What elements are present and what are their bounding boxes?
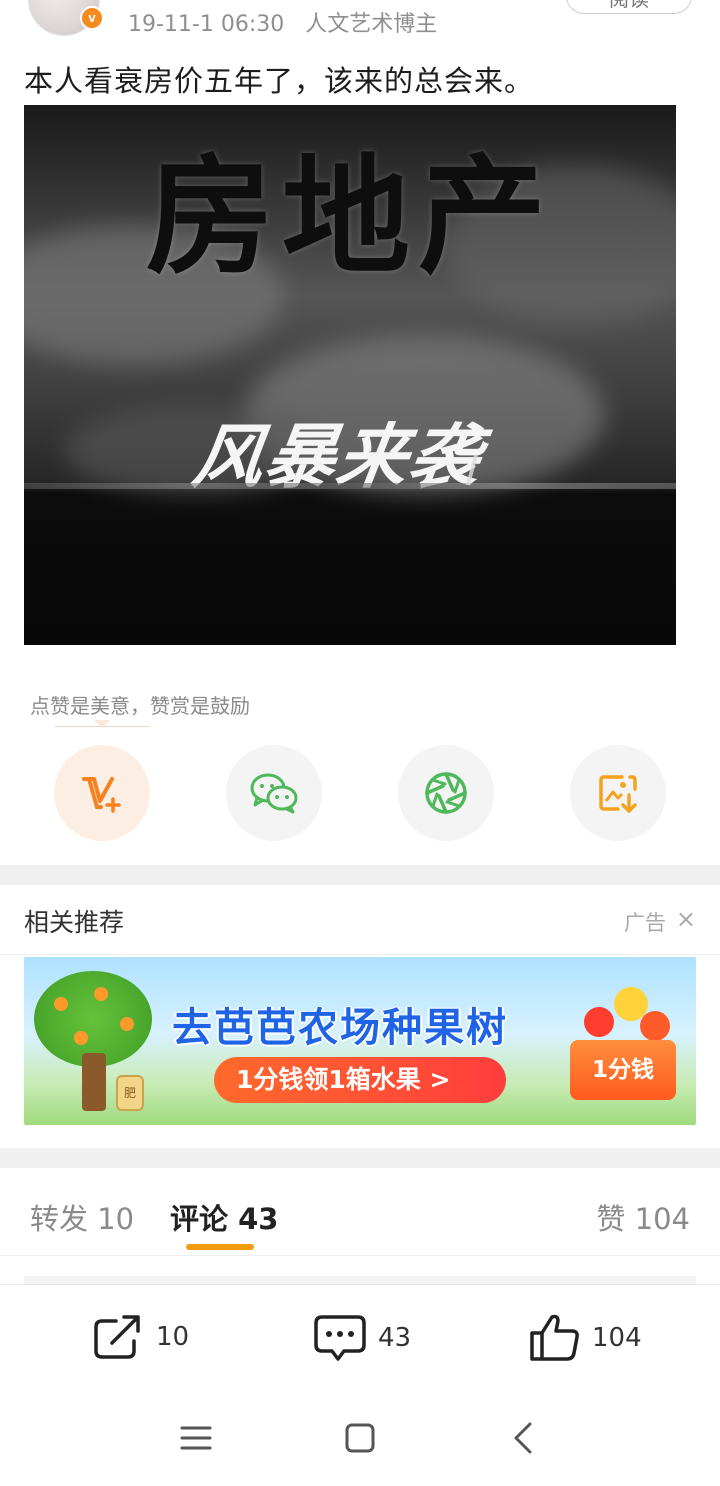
moments-icon	[425, 772, 467, 814]
home-square-icon	[345, 1423, 375, 1453]
tab-repost[interactable]: 转发 10	[30, 1196, 134, 1238]
tab-comment[interactable]: 评论 43	[170, 1196, 278, 1238]
save-image-button[interactable]	[570, 745, 666, 841]
post-time: 19-11-1 06:30	[128, 12, 285, 37]
menu-button[interactable]	[180, 1420, 212, 1460]
tab-like[interactable]: 赞 104	[596, 1196, 690, 1238]
section-divider-2	[0, 1148, 720, 1168]
reward-button[interactable]	[54, 745, 150, 841]
ad-cta-button[interactable]: 1分钱领1箱水果 >	[214, 1057, 506, 1103]
back-arrow-icon	[514, 1422, 532, 1454]
action-bar: 10 43 104	[0, 1284, 720, 1394]
comment-button[interactable]: 43	[314, 1313, 411, 1363]
share-row	[0, 745, 720, 841]
image-title-text: 房地产	[145, 143, 554, 292]
ad-headline: 去芭芭农场种果树	[172, 1005, 508, 1051]
read-button[interactable]: 阅读	[566, 0, 692, 14]
apple-icon	[584, 1007, 614, 1037]
post-meta: 19-11-1 06:30 人文艺术博主	[128, 6, 437, 38]
ad-label: 广告	[624, 911, 666, 935]
tip-arrow-icon	[94, 720, 110, 728]
wechat-share-button[interactable]	[226, 745, 322, 841]
close-icon[interactable]: ×	[676, 905, 696, 933]
back-button[interactable]	[510, 1420, 538, 1460]
ad-banner[interactable]: 肥 去芭芭农场种果树 1分钱领1箱水果 > 1分钱	[24, 957, 696, 1125]
repost-button[interactable]: 10	[92, 1313, 189, 1361]
horizon-line	[24, 483, 676, 489]
home-button[interactable]	[344, 1420, 376, 1460]
thumbs-up-icon	[530, 1314, 579, 1361]
verified-badge-icon: v	[80, 6, 104, 30]
comment-count: 43	[378, 1323, 412, 1353]
reward-tip: 点赞是美意，赞赏是鼓励	[30, 694, 250, 718]
like-count: 104	[592, 1323, 642, 1353]
save-image-icon	[599, 775, 637, 813]
like-button[interactable]: 104	[528, 1313, 642, 1363]
repost-count: 10	[156, 1322, 190, 1352]
comment-tabs: 转发 10 评论 43 赞 104	[0, 1168, 720, 1256]
comment-icon	[314, 1315, 366, 1361]
related-header: 相关推荐 广告 ×	[0, 885, 720, 955]
repost-icon	[94, 1315, 140, 1359]
peach-icon	[640, 1011, 670, 1041]
reward-v-plus-icon	[82, 777, 121, 813]
moments-share-button[interactable]	[398, 745, 494, 841]
wechat-icon	[250, 773, 298, 814]
author-tag: 人文艺术博主	[305, 12, 438, 37]
active-tab-indicator	[186, 1244, 254, 1250]
post-image[interactable]: 房地产 风暴来袭	[24, 105, 676, 645]
fertilizer-jar-icon: 肥	[116, 1075, 144, 1111]
tree-trunk	[82, 1053, 106, 1111]
section-divider	[0, 865, 720, 885]
system-nav-bar	[0, 1394, 720, 1486]
post-text: 本人看衰房价五年了，该来的总会来。	[24, 64, 535, 98]
related-title: 相关推荐	[24, 908, 125, 937]
menu-icon	[180, 1426, 212, 1450]
ad-price-badge: 1分钱	[570, 1040, 676, 1100]
